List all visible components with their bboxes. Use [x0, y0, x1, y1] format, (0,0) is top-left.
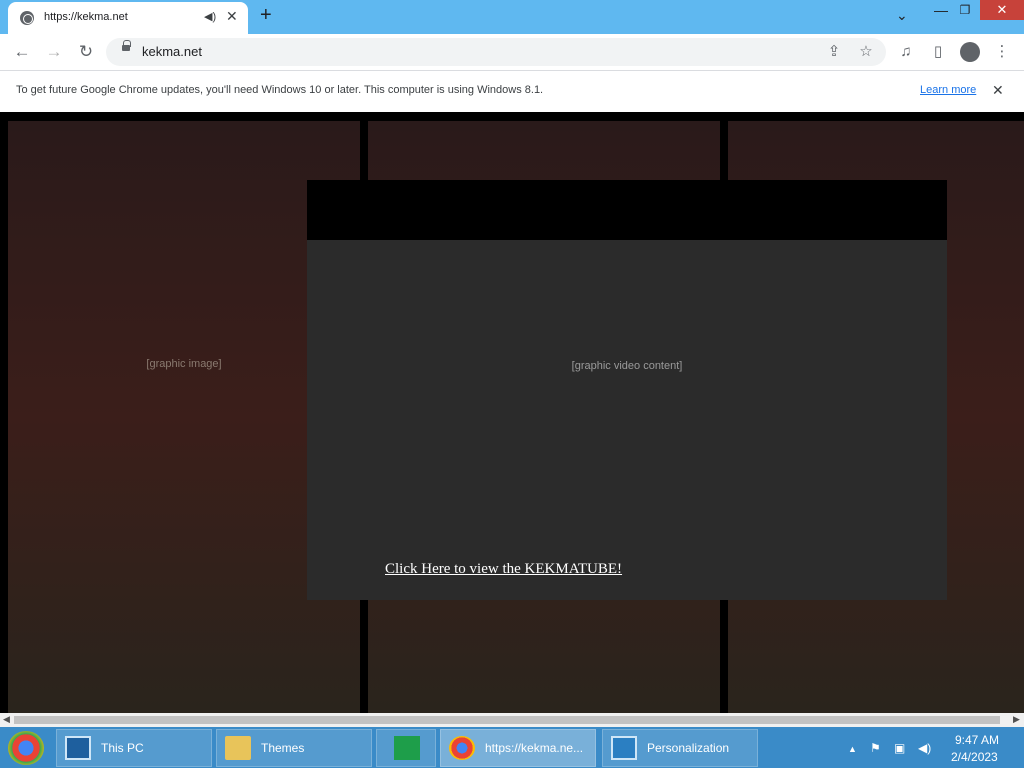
address-bar[interactable]	[106, 38, 886, 66]
personalization-icon	[611, 736, 637, 760]
globe-icon	[20, 11, 34, 25]
learn-more-link[interactable]: Learn more	[920, 84, 976, 96]
chrome-start-icon[interactable]	[8, 731, 44, 765]
chrome-icon	[449, 736, 475, 760]
media-control-icon[interactable]: ♫	[896, 42, 916, 62]
taskbar-item-chrome[interactable]: https://kekma.ne...	[440, 729, 596, 767]
back-button[interactable]: ←	[10, 40, 34, 64]
profile-avatar-icon[interactable]	[960, 42, 980, 62]
forward-button[interactable]: →	[42, 40, 66, 64]
reload-button[interactable]: ↻	[74, 40, 98, 64]
flag-icon[interactable]: ⚑	[870, 741, 881, 755]
lock-icon[interactable]	[122, 40, 131, 51]
taskbar-item-store[interactable]	[376, 729, 436, 767]
minimize-button[interactable]: —	[930, 2, 952, 18]
infobar-message: To get future Google Chrome updates, you…	[16, 84, 544, 96]
store-icon	[394, 736, 420, 760]
kekmatube-link[interactable]: Click Here to view the KEKMATUBE!	[385, 561, 622, 578]
new-tab-button[interactable]: +	[260, 4, 272, 27]
speaker-icon[interactable]: ◀)	[204, 10, 216, 23]
folder-icon	[225, 736, 251, 760]
clock-date[interactable]: 2/4/2023	[951, 750, 998, 764]
share-icon[interactable]: ⇪	[824, 42, 844, 62]
tab-close-icon[interactable]: ✕	[226, 8, 238, 25]
scrollbar-thumb[interactable]	[14, 716, 1000, 724]
scroll-left-icon[interactable]: ◀	[3, 714, 10, 725]
infobar-close-icon[interactable]: ✕	[992, 82, 1004, 99]
network-icon[interactable]: ▣	[894, 741, 905, 755]
video-placeholder[interactable]: [graphic video content]	[307, 240, 947, 600]
url-text[interactable]: kekma.net	[142, 44, 202, 59]
tab-search-icon[interactable]: ⌄	[896, 7, 908, 24]
tab-title: https://kekma.net	[44, 11, 128, 23]
bookmark-star-icon[interactable]: ☆	[856, 42, 876, 62]
computer-icon	[65, 736, 91, 760]
tray-chevron-icon[interactable]: ▲	[848, 744, 857, 754]
menu-icon[interactable]: ⋮	[992, 42, 1012, 62]
taskbar-item-personalization[interactable]: Personalization	[602, 729, 758, 767]
scroll-right-icon[interactable]: ▶	[1013, 714, 1020, 725]
window-close-button[interactable]: ✕	[980, 0, 1024, 20]
side-panel-icon[interactable]: ▯	[928, 42, 948, 62]
taskbar-item-themes[interactable]: Themes	[216, 729, 372, 767]
taskbar-item-this-pc[interactable]: This PC	[56, 729, 212, 767]
maximize-button[interactable]: ❐	[954, 3, 976, 17]
volume-icon[interactable]: ◀)	[918, 741, 931, 755]
clock-time[interactable]: 9:47 AM	[955, 733, 999, 747]
